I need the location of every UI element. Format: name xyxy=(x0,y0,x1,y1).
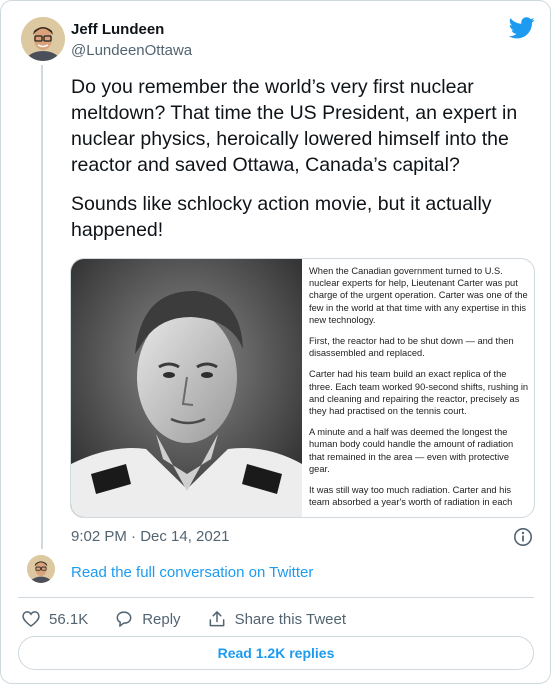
author-name[interactable]: Jeff Lundeen xyxy=(71,21,164,38)
share-upload-icon xyxy=(209,611,224,627)
heart-icon xyxy=(22,611,40,628)
tweet-paragraph: Sounds like schlocky action movie, but i… xyxy=(71,193,492,241)
tweet-timestamp[interactable]: 9:02 PM · Dec 14, 2021 xyxy=(71,528,229,545)
portrait-photo xyxy=(71,259,302,517)
tweet-text: Do you remember the world’s very first n… xyxy=(71,74,533,256)
twitter-bird-icon[interactable] xyxy=(508,17,535,39)
reply-label: Reply xyxy=(142,610,181,628)
author-handle[interactable]: @LundeenOttawa xyxy=(71,42,192,59)
book-excerpt: When the Canadian government turned to U… xyxy=(309,265,529,513)
read-replies-button[interactable]: Read 1.2K replies xyxy=(18,636,534,670)
excerpt-paragraph: Carter had his team build an exact repli… xyxy=(309,369,529,417)
tweet-actions: 56.1K Reply Share this Tweet xyxy=(21,607,372,631)
excerpt-paragraph: It was still way too much radiation. Car… xyxy=(309,485,513,508)
share-label: Share this Tweet xyxy=(234,610,347,628)
embedded-tweet-card: Jeff Lundeen @LundeenOttawa Do you remem… xyxy=(0,0,551,684)
author-avatar-small[interactable] xyxy=(27,555,55,583)
reply-button[interactable]: Reply xyxy=(114,609,181,629)
divider xyxy=(18,597,534,598)
thread-line xyxy=(41,65,43,549)
tweet-media-image[interactable]: When the Canadian government turned to U… xyxy=(70,258,535,518)
excerpt-paragraph: First, the reactor had to be shut down —… xyxy=(309,336,514,359)
excerpt-paragraph: When the Canadian government turned to U… xyxy=(309,266,528,325)
author-avatar[interactable] xyxy=(21,17,65,61)
tweet-paragraph: Do you remember the world’s very first n… xyxy=(71,76,518,176)
like-button[interactable]: 56.1K xyxy=(21,609,88,629)
info-icon[interactable] xyxy=(513,527,533,547)
excerpt-paragraph: A minute and a half was deemed the longe… xyxy=(309,427,514,474)
share-button[interactable]: Share this Tweet xyxy=(207,609,346,629)
reply-bubble-icon xyxy=(116,611,132,627)
read-full-conversation-link[interactable]: Read the full conversation on Twitter xyxy=(71,564,313,581)
like-count: 56.1K xyxy=(49,610,89,628)
